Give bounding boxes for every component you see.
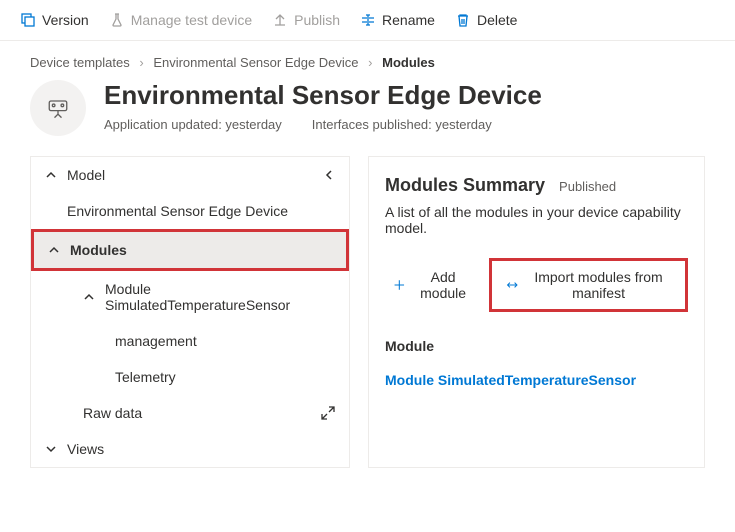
rename-button[interactable]: Rename (352, 8, 443, 32)
import-modules-label: Import modules from manifest (526, 269, 671, 301)
tree-model-label: Model (67, 167, 105, 183)
module-link[interactable]: Module SimulatedTemperatureSensor (385, 372, 688, 388)
module-section-label: Module (385, 338, 688, 354)
device-type-icon (30, 80, 86, 136)
app-updated-text: Application updated: yesterday (104, 117, 282, 132)
delete-label: Delete (477, 12, 517, 28)
tree-device-row[interactable]: Environmental Sensor Edge Device (31, 193, 349, 229)
breadcrumb: Device templates › Environmental Sensor … (0, 41, 735, 80)
breadcrumb-sep: › (368, 55, 372, 70)
interfaces-published-text: Interfaces published: yesterday (312, 117, 492, 132)
status-badge: Published (559, 179, 616, 194)
import-highlight: Import modules from manifest (489, 258, 688, 312)
version-icon (20, 12, 36, 28)
add-module-button[interactable]: Add module (385, 263, 481, 307)
publish-button[interactable]: Publish (264, 8, 348, 32)
tree-device-label: Environmental Sensor Edge Device (67, 203, 288, 219)
tree-model-row[interactable]: Model (31, 157, 349, 193)
plus-icon (393, 277, 406, 293)
summary-title: Modules Summary (385, 175, 545, 196)
tree-raw-data-row[interactable]: Raw data (31, 395, 349, 431)
tree-telemetry-label: Telemetry (115, 369, 176, 385)
page-header: Environmental Sensor Edge Device Applica… (0, 80, 735, 156)
rename-icon (360, 12, 376, 28)
tree-raw-data-label: Raw data (83, 405, 142, 421)
page-title: Environmental Sensor Edge Device (104, 80, 542, 111)
version-button[interactable]: Version (12, 8, 97, 32)
publish-icon (272, 12, 288, 28)
flask-icon (109, 12, 125, 28)
tree-telemetry-row[interactable]: Telemetry (31, 359, 349, 395)
side-tree-panel: Model Environmental Sensor Edge Device M… (30, 156, 350, 468)
tree-management-row[interactable]: management (31, 323, 349, 359)
chevron-down-icon (45, 443, 57, 455)
delete-button[interactable]: Delete (447, 8, 525, 32)
publish-label: Publish (294, 12, 340, 28)
summary-desc: A list of all the modules in your device… (385, 204, 688, 236)
manage-test-device-label: Manage test device (131, 12, 252, 28)
breadcrumb-current: Modules (382, 55, 435, 70)
breadcrumb-item[interactable]: Device templates (30, 55, 130, 70)
delete-icon (455, 12, 471, 28)
tree-modules-label: Modules (70, 242, 127, 258)
expand-icon[interactable] (321, 406, 335, 420)
rename-label: Rename (382, 12, 435, 28)
chevron-up-icon (83, 291, 95, 303)
tree-views-row[interactable]: Views (31, 431, 349, 467)
tree-management-label: management (115, 333, 197, 349)
tree-modules-row[interactable]: Modules (31, 229, 349, 271)
tree-module-item-label: Module SimulatedTemperatureSensor (105, 281, 335, 313)
breadcrumb-item[interactable]: Environmental Sensor Edge Device (153, 55, 358, 70)
manage-test-device-button[interactable]: Manage test device (101, 8, 260, 32)
modules-summary-panel: Modules Summary Published A list of all … (368, 156, 705, 468)
chevron-left-icon[interactable] (323, 169, 335, 181)
add-module-label: Add module (414, 269, 473, 301)
tree-views-label: Views (67, 441, 104, 457)
toolbar: Version Manage test device Publish Renam… (0, 0, 735, 41)
version-label: Version (42, 12, 89, 28)
breadcrumb-sep: › (139, 55, 143, 70)
tree-module-item-row[interactable]: Module SimulatedTemperatureSensor (31, 271, 349, 323)
import-modules-button[interactable]: Import modules from manifest (498, 263, 679, 307)
import-icon (506, 277, 519, 293)
chevron-up-icon (45, 169, 57, 181)
chevron-up-icon (48, 244, 60, 256)
